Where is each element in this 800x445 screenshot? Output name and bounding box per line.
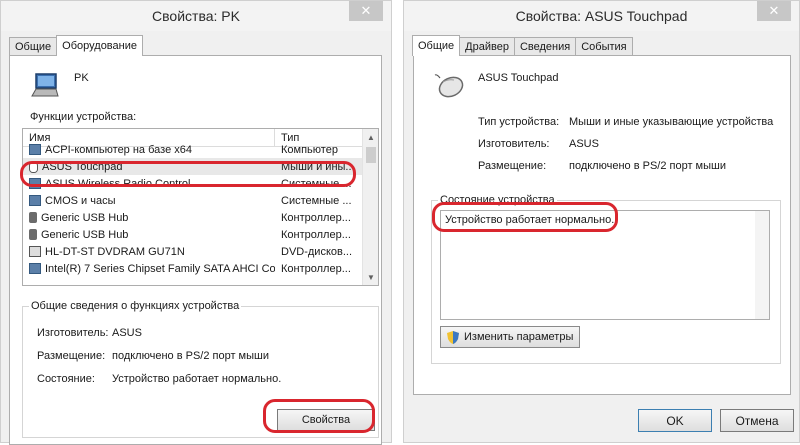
laptop-icon [31, 73, 59, 97]
mouse-icon [29, 160, 38, 173]
manufacturer-row: Изготовитель: ASUS [37, 327, 142, 339]
close-button[interactable]: ✕ [349, 1, 383, 21]
computer-icon [29, 144, 41, 155]
title-bar[interactable]: Свойства: ASUS Touchpad [404, 1, 799, 31]
general-panel: ASUS Touchpad Тип устройства: Мыши и иные… [413, 55, 791, 395]
tab-events[interactable]: События [575, 37, 633, 56]
location-row: Размещение: подключено в PS/2 порт мыши [478, 160, 726, 172]
pc-properties-window: Свойства: PK ✕ Общие Оборудование PK Фун… [0, 0, 392, 445]
touchpad-properties-window: Свойства: ASUS Touchpad ✕ Общие Драйвер … [403, 0, 800, 443]
mouse-icon [434, 74, 464, 98]
change-settings-button[interactable]: Изменить параметры [440, 326, 580, 348]
list-item[interactable]: ACPI-компьютер на базе x64 Компьютер [23, 141, 363, 158]
shield-icon [447, 330, 459, 344]
close-button[interactable]: ✕ [757, 1, 791, 21]
tab-strip: Общие Оборудование [9, 35, 143, 56]
usb-icon [29, 229, 37, 240]
device-name: ASUS Touchpad [478, 72, 559, 84]
list-item[interactable]: Generic USB Hub Контроллер... [23, 226, 363, 243]
device-icon [29, 178, 41, 189]
scroll-down-icon[interactable]: ▼ [363, 269, 378, 285]
window-title: Свойства: ASUS Touchpad [515, 8, 688, 24]
list-item[interactable]: CMOS и часы Системные ... [23, 192, 363, 209]
tab-strip: Общие Драйвер Сведения События [412, 35, 633, 56]
cancel-button[interactable]: Отмена [720, 409, 794, 432]
tab-details[interactable]: Сведения [513, 37, 577, 56]
scroll-thumb[interactable] [366, 147, 376, 163]
list-item[interactable]: HL-DT-ST DVDRAM GU71N DVD-дисков... [23, 243, 363, 260]
group-title: Состояние устройства [438, 194, 557, 206]
functions-label: Функции устройства: [30, 111, 137, 123]
tab-driver[interactable]: Драйвер [459, 37, 515, 56]
list-item[interactable]: ASUS Wireless Radio Control Системные ..… [23, 175, 363, 192]
device-status-group: Состояние устройства Устройство работает… [431, 194, 781, 364]
ok-button[interactable]: OK [638, 409, 712, 432]
status-textbox[interactable]: Устройство работает нормально. [440, 210, 770, 320]
scroll-up-icon[interactable]: ▲ [363, 129, 378, 145]
tab-general[interactable]: Общие [9, 37, 58, 56]
list-item-asus-touchpad[interactable]: ASUS Touchpad Мыши и ины... [23, 158, 363, 175]
device-summary-group: Общие сведения о функциях устройства Изг… [22, 300, 379, 438]
hardware-panel: PK Функции устройства: Имя Тип ACPI-комп… [9, 55, 382, 445]
tab-general[interactable]: Общие [412, 35, 461, 56]
vertical-scrollbar[interactable] [755, 211, 769, 319]
properties-button[interactable]: Свойства [277, 409, 375, 431]
tab-hardware[interactable]: Оборудование [56, 35, 143, 56]
status-row: Состояние: Устройство работает нормально. [37, 373, 282, 385]
group-title: Общие сведения о функциях устройства [29, 300, 242, 312]
list-item[interactable]: Intel(R) 7 Series Chipset Family SATA AH… [23, 260, 363, 277]
device-type-row: Тип устройства: Мыши и иные указывающие у… [478, 116, 774, 128]
computer-name: PK [74, 72, 89, 84]
device-icon [29, 195, 41, 206]
window-title: Свойства: PK [152, 8, 240, 24]
usb-icon [29, 212, 37, 223]
location-row: Размещение: подключено в PS/2 порт мыши [37, 350, 269, 362]
list-item[interactable]: Generic USB Hub Контроллер... [23, 209, 363, 226]
dvd-drive-icon [29, 246, 41, 257]
status-text: Устройство работает нормально. [445, 214, 615, 226]
manufacturer-row: Изготовитель: ASUS [478, 138, 599, 150]
device-list[interactable]: Имя Тип ACPI-компьютер на базе x64 Компь… [22, 128, 379, 286]
vertical-scrollbar[interactable]: ▲ ▼ [362, 129, 378, 285]
controller-icon [29, 263, 41, 274]
title-bar[interactable]: Свойства: PK [1, 1, 391, 31]
